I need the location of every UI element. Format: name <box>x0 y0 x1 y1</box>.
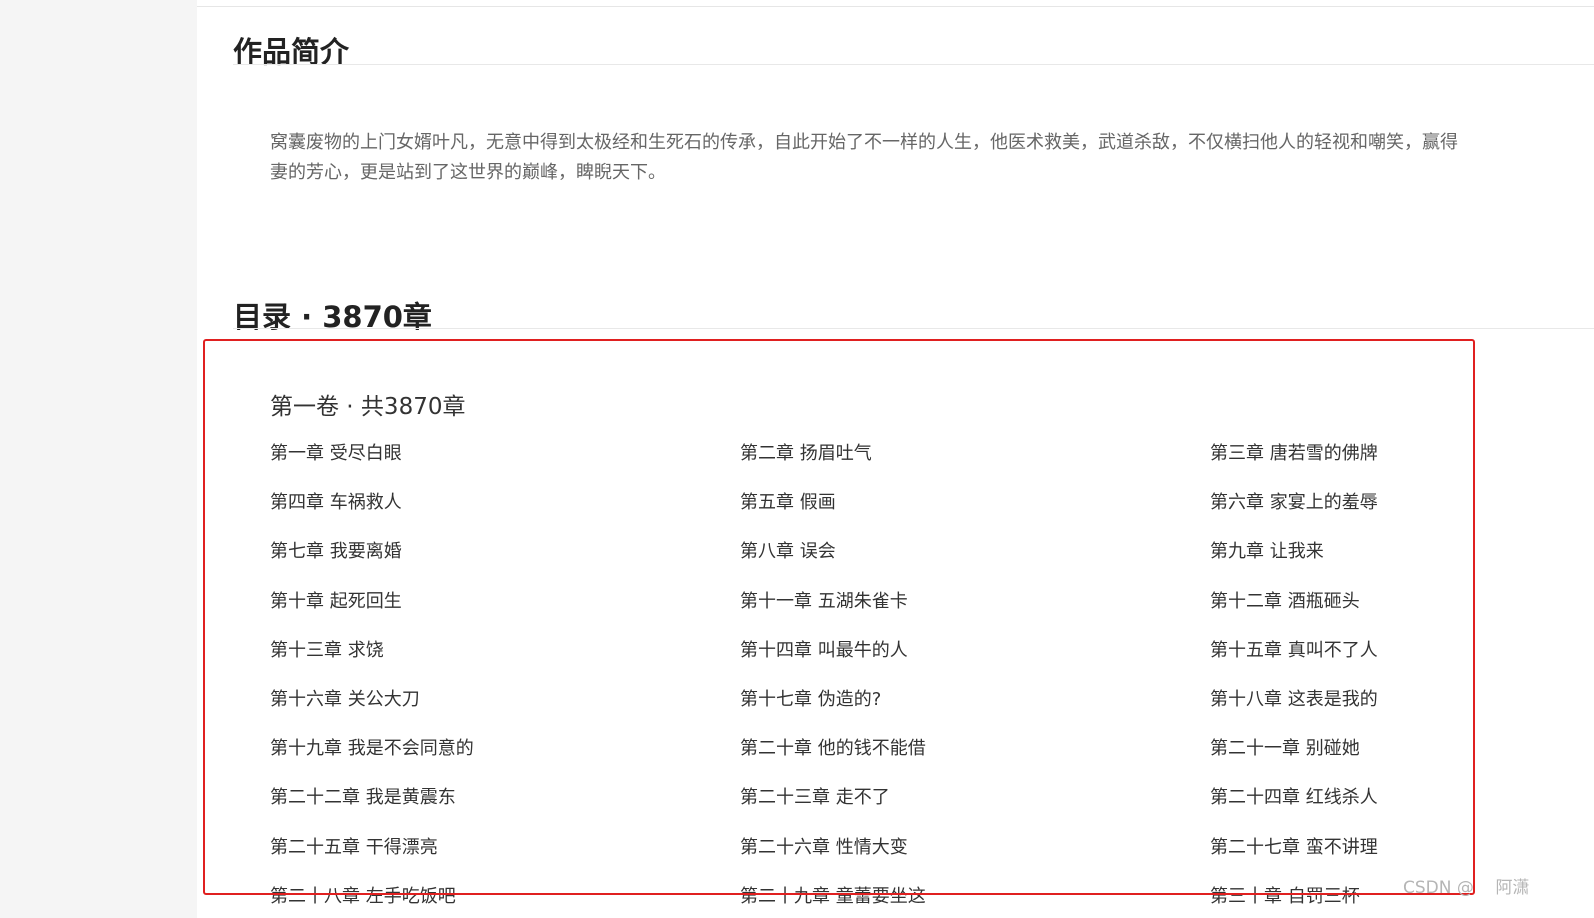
left-sidebar <box>0 0 197 918</box>
top-border <box>197 6 1594 7</box>
chapter-link[interactable]: 第二十三章 走不了 <box>740 784 1210 833</box>
chapter-link[interactable]: 第四章 车祸救人 <box>270 489 740 538</box>
chapter-link[interactable]: 第二章 扬眉吐气 <box>740 440 1210 489</box>
chapter-link[interactable]: 第十三章 求饶 <box>270 637 740 686</box>
chapter-link[interactable]: 第十七章 伪造的? <box>740 686 1210 735</box>
intro-title: 作品简介 <box>233 35 350 70</box>
chapter-link[interactable]: 第十九章 我是不会同意的 <box>270 735 740 784</box>
chapter-list: 第一章 受尽白眼 第二章 扬眉吐气 第三章 唐若雪的佛牌 第四章 车祸救人 第五… <box>270 440 1590 918</box>
chapter-link[interactable]: 第十八章 这表是我的 <box>1210 686 1590 735</box>
chapter-link[interactable]: 第二十七章 蛮不讲理 <box>1210 834 1590 883</box>
book-detail-panel: 作品简介 窝囊废物的上门女婿叶凡，无意中得到太极经和生死石的传承，自此开始了不一… <box>197 0 1594 918</box>
chapter-link[interactable]: 第十五章 真叫不了人 <box>1210 637 1590 686</box>
chapter-link[interactable]: 第十六章 关公大刀 <box>270 686 740 735</box>
chapter-link[interactable]: 第三章 唐若雪的佛牌 <box>1210 440 1590 489</box>
intro-text: 窝囊废物的上门女婿叶凡，无意中得到太极经和生死石的传承，自此开始了不一样的人生，… <box>270 128 1594 188</box>
chapter-link[interactable]: 第二十二章 我是黄震东 <box>270 784 740 833</box>
chapter-link[interactable]: 第十四章 叫最牛的人 <box>740 637 1210 686</box>
chapter-link[interactable]: 第十一章 五湖朱雀卡 <box>740 588 1210 637</box>
chapter-link[interactable]: 第十二章 酒瓶砸头 <box>1210 588 1590 637</box>
chapter-link[interactable]: 第九章 让我来 <box>1210 538 1590 587</box>
volume-title: 第一卷 · 共3870章 <box>270 394 466 420</box>
chapter-link[interactable]: 第五章 假画 <box>740 489 1210 538</box>
chapter-link[interactable]: 第七章 我要离婚 <box>270 538 740 587</box>
chapter-link[interactable]: 第二十四章 红线杀人 <box>1210 784 1590 833</box>
intro-line: 窝囊废物的上门女婿叶凡，无意中得到太极经和生死石的传承，自此开始了不一样的人生，… <box>270 132 1458 153</box>
intro-divider <box>233 64 1594 65</box>
chapter-link[interactable]: 第二十五章 干得漂亮 <box>270 834 740 883</box>
chapter-link[interactable]: 第一章 受尽白眼 <box>270 440 740 489</box>
chapter-link[interactable]: 第二十一章 别碰她 <box>1210 735 1590 784</box>
chapter-link[interactable]: 第十章 起死回生 <box>270 588 740 637</box>
chapter-link[interactable]: 第二十六章 性情大变 <box>740 834 1210 883</box>
chapter-link[interactable]: 第八章 误会 <box>740 538 1210 587</box>
intro-line: 妻的芳心，更是站到了这世界的巅峰，睥睨天下。 <box>270 162 666 183</box>
watermark: CSDN @ 阿潇 <box>1403 878 1530 898</box>
chapter-link[interactable]: 第二十九章 童蕾要坐这 <box>740 883 1210 918</box>
chapter-link[interactable]: 第六章 家宴上的羞辱 <box>1210 489 1590 538</box>
toc-divider <box>233 328 1594 329</box>
chapter-link[interactable]: 第二十章 他的钱不能借 <box>740 735 1210 784</box>
chapter-link[interactable]: 第二十八章 左手吃饭吧 <box>270 883 740 918</box>
chapter-link[interactable]: 第三十章 自罚三杯 <box>1210 883 1590 918</box>
